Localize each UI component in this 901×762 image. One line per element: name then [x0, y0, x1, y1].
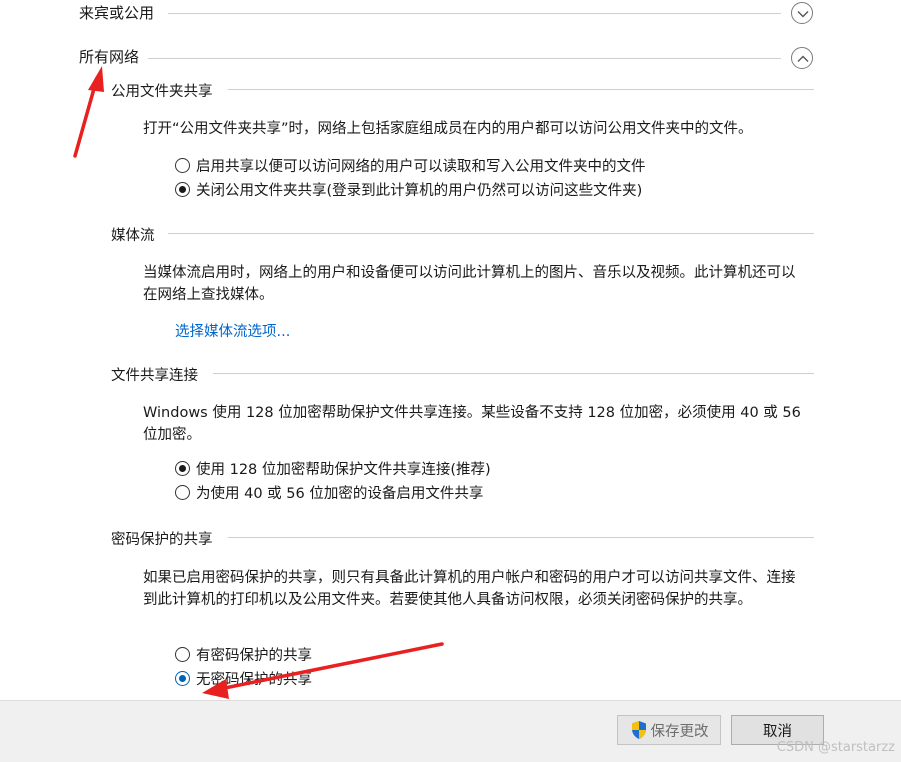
cancel-label: 取消 — [763, 723, 792, 740]
option-label: 使用 128 位加密帮助保护文件共享连接(推荐) — [196, 461, 491, 478]
annotation-arrow-up — [73, 66, 104, 158]
uac-shield-icon — [631, 721, 646, 739]
encryption-40-56-option[interactable]: 为使用 40 或 56 位加密的设备启用文件共享 — [175, 481, 483, 503]
option-label: 有密码保护的共享 — [196, 647, 312, 664]
password-protected-option[interactable]: 有密码保护的共享 — [175, 643, 312, 665]
section-all-networks-title: 所有网络 — [79, 48, 140, 66]
section-all-networks-divider — [148, 58, 781, 59]
section-guest-divider — [168, 13, 781, 14]
password-sharing-description: 如果已启用密码保护的共享，则只有具备此计算机的用户帐户和密码的用户才可以访问共享… — [143, 570, 796, 608]
chevron-up-icon — [797, 55, 809, 62]
chevron-down-icon — [797, 11, 809, 18]
password-unprotected-option[interactable]: 无密码保护的共享 — [175, 667, 312, 689]
public-folder-enable-option[interactable]: 启用共享以便可以访问网络的用户可以读取和写入公用文件夹中的文件 — [175, 154, 646, 176]
collapse-all-networks-button[interactable] — [791, 47, 813, 69]
file-sharing-title: 文件共享连接 — [111, 368, 198, 384]
media-divider — [168, 233, 814, 234]
radio-button[interactable] — [175, 157, 190, 173]
option-label: 无密码保护的共享 — [196, 671, 312, 688]
save-changes-label: 保存更改 — [650, 723, 709, 740]
option-label: 为使用 40 或 56 位加密的设备启用文件共享 — [196, 485, 484, 502]
public-folder-disable-option[interactable]: 关闭公用文件夹共享(登录到此计算机的用户仍然可以访问这些文件夹) — [175, 178, 642, 200]
radio-button[interactable] — [175, 460, 190, 476]
watermark: CSDN @starstarzz — [776, 740, 895, 755]
radio-button[interactable] — [175, 484, 190, 500]
media-options-link[interactable]: 选择媒体流选项... — [175, 320, 290, 341]
encryption-128-option[interactable]: 使用 128 位加密帮助保护文件共享连接(推荐) — [175, 457, 491, 479]
option-label: 启用共享以便可以访问网络的用户可以读取和写入公用文件夹中的文件 — [196, 158, 646, 175]
radio-button[interactable] — [175, 181, 190, 197]
public-folder-divider — [228, 89, 814, 90]
public-folder-title: 公用文件夹共享 — [111, 84, 213, 100]
file-sharing-divider — [213, 373, 814, 374]
password-sharing-title: 密码保护的共享 — [111, 532, 213, 548]
file-sharing-description: Windows 使用 128 位加密帮助保护文件共享连接。某些设备不支持 128… — [143, 405, 801, 443]
password-sharing-divider — [228, 537, 814, 538]
media-title: 媒体流 — [111, 228, 155, 244]
public-folder-description: 打开“公用文件夹共享”时，网络上包括家庭组成员在内的用户都可以访问公用文件夹中的… — [143, 121, 753, 137]
media-description: 当媒体流启用时，网络上的用户和设备便可以访问此计算机上的图片、音乐以及视频。此计… — [143, 265, 796, 303]
radio-button[interactable] — [175, 670, 190, 686]
section-guest-title: 来宾或公用 — [79, 4, 155, 22]
radio-button[interactable] — [175, 646, 190, 662]
save-changes-button[interactable]: 保存更改 — [617, 715, 721, 745]
option-label: 关闭公用文件夹共享(登录到此计算机的用户仍然可以访问这些文件夹) — [196, 182, 643, 199]
expand-guest-button[interactable] — [791, 2, 813, 24]
